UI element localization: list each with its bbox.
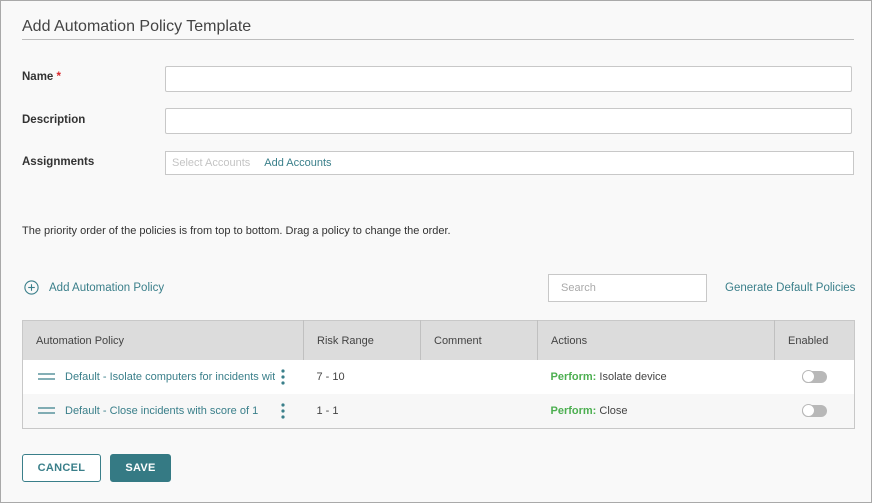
enabled-toggle[interactable] bbox=[801, 370, 827, 383]
policy-name-link[interactable]: Default - Isolate computers for incident… bbox=[65, 371, 275, 383]
drag-handle-icon[interactable] bbox=[38, 372, 55, 382]
policy-table: Automation Policy Risk Range Comment Act… bbox=[22, 320, 855, 429]
add-automation-policy-button[interactable]: Add Automation Policy bbox=[24, 280, 164, 295]
risk-range-cell: 1 - 1 bbox=[303, 394, 421, 429]
generate-default-policies-link[interactable]: Generate Default Policies bbox=[725, 282, 855, 294]
name-label: Name * bbox=[22, 71, 61, 83]
page-title: Add Automation Policy Template bbox=[22, 18, 252, 35]
comment-cell bbox=[420, 360, 538, 394]
col-enabled[interactable]: Enabled bbox=[774, 320, 855, 360]
more-options-icon[interactable] bbox=[281, 403, 285, 419]
table-row[interactable]: Default - Close incidents with score of … bbox=[22, 394, 855, 429]
col-actions[interactable]: Actions bbox=[537, 320, 775, 360]
name-label-text: Name bbox=[22, 71, 54, 83]
add-automation-policy-label: Add Automation Policy bbox=[49, 281, 165, 294]
actions-cell: Perform: Isolate device bbox=[537, 360, 775, 394]
enabled-cell bbox=[774, 394, 855, 429]
save-button[interactable]: SAVE bbox=[110, 454, 171, 482]
col-comment[interactable]: Comment bbox=[420, 320, 538, 360]
policy-name-link[interactable]: Default - Close incidents with score of … bbox=[65, 405, 275, 417]
policy-cell: Default - Isolate computers for incident… bbox=[22, 360, 304, 394]
actions-cell: Perform: Close bbox=[537, 394, 775, 429]
action-text: Close bbox=[599, 405, 628, 417]
plus-circle-icon bbox=[24, 280, 39, 295]
assignments-placeholder: Select Accounts bbox=[172, 157, 251, 169]
description-label: Description bbox=[22, 114, 86, 126]
assignments-field[interactable]: Select Accounts Add Accounts bbox=[165, 151, 854, 175]
enabled-cell bbox=[774, 360, 855, 394]
policy-cell: Default - Close incidents with score of … bbox=[22, 394, 304, 429]
comment-cell bbox=[420, 394, 538, 429]
name-input[interactable] bbox=[165, 66, 852, 92]
action-prefix: Perform: bbox=[550, 405, 597, 417]
search-input[interactable] bbox=[548, 274, 707, 302]
title-divider bbox=[22, 39, 854, 40]
col-risk-range[interactable]: Risk Range bbox=[303, 320, 421, 360]
add-accounts-link[interactable]: Add Accounts bbox=[264, 157, 331, 169]
required-marker: * bbox=[56, 71, 62, 83]
col-automation-policy[interactable]: Automation Policy bbox=[22, 320, 304, 360]
risk-range-cell: 7 - 10 bbox=[303, 360, 421, 394]
more-options-icon[interactable] bbox=[281, 369, 285, 385]
action-prefix: Perform: bbox=[550, 371, 597, 383]
cancel-button[interactable]: CANCEL bbox=[22, 454, 101, 482]
assignments-label: Assignments bbox=[22, 156, 95, 168]
table-row[interactable]: Default - Isolate computers for incident… bbox=[22, 360, 855, 394]
enabled-toggle[interactable] bbox=[801, 404, 827, 417]
priority-note: The priority order of the policies is fr… bbox=[22, 225, 451, 237]
table-header-row: Automation Policy Risk Range Comment Act… bbox=[22, 320, 855, 360]
description-input[interactable] bbox=[165, 108, 852, 134]
dialog-frame: Add Automation Policy Template Name * De… bbox=[0, 0, 872, 503]
drag-handle-icon[interactable] bbox=[38, 406, 55, 416]
action-text: Isolate device bbox=[599, 371, 667, 383]
